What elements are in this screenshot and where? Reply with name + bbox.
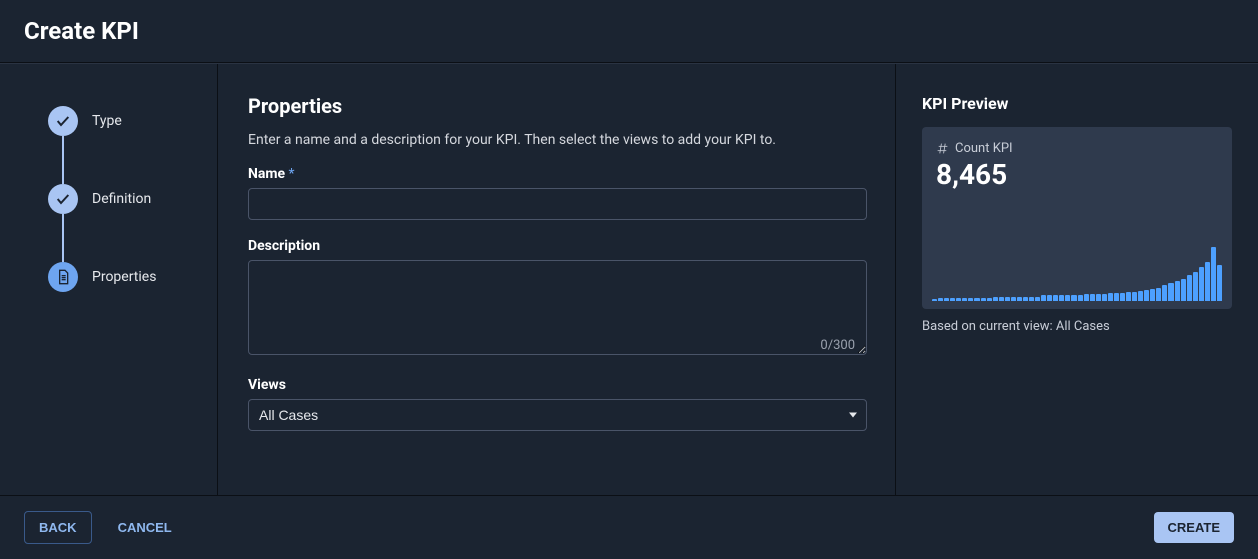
sparkline-bar <box>968 298 973 301</box>
sparkline-bar <box>1144 290 1149 301</box>
title-bar: Create KPI <box>0 0 1258 63</box>
step-properties[interactable]: Properties <box>48 262 197 292</box>
sparkline-bar <box>1102 294 1107 301</box>
sparkline-bar <box>938 298 943 301</box>
sparkline-bar <box>1065 295 1070 301</box>
sparkline-bar <box>974 298 979 301</box>
preview-caption: Based on current view: All Cases <box>922 319 1232 334</box>
sparkline-bar <box>1029 297 1034 301</box>
check-icon <box>55 113 71 129</box>
check-icon <box>55 191 71 207</box>
step-type[interactable]: Type <box>48 106 197 136</box>
sparkline-bar <box>1199 267 1204 301</box>
sparkline-chart <box>932 245 1222 301</box>
cancel-button[interactable]: CANCEL <box>104 512 186 543</box>
sparkline-bar <box>1108 293 1113 301</box>
sparkline-bar <box>1175 281 1180 301</box>
main-panel: Properties Enter a name and a descriptio… <box>218 64 896 495</box>
sparkline-bar <box>1150 289 1155 301</box>
sparkline-bar <box>1053 295 1058 301</box>
step-label: Type <box>92 113 122 129</box>
sparkline-bar <box>962 298 967 301</box>
form-heading: Properties <box>248 94 865 118</box>
document-icon <box>55 269 71 285</box>
sparkline-bar <box>1181 279 1186 301</box>
views-select-wrap: All Cases <box>248 399 867 431</box>
sparkline-bar <box>944 298 949 301</box>
sparkline-bar <box>993 297 998 301</box>
sparkline-bar <box>1168 283 1173 301</box>
views-select[interactable]: All Cases <box>248 399 867 431</box>
sparkline-bar <box>1078 295 1083 301</box>
required-marker: * <box>289 166 295 182</box>
step-bubble <box>48 184 78 214</box>
sparkline-bar <box>1205 262 1210 301</box>
card-value: 8,465 <box>936 158 1218 191</box>
step-connector <box>62 214 64 262</box>
back-button[interactable]: BACK <box>24 511 92 544</box>
sparkline-bar <box>1096 294 1101 301</box>
field-views: Views All Cases <box>248 377 865 431</box>
sparkline-bar <box>1162 285 1167 301</box>
sparkline-bar <box>1011 297 1016 301</box>
body: Type Definition Properties Pr <box>0 63 1258 495</box>
step-definition[interactable]: Definition <box>48 184 197 214</box>
sparkline-bar <box>987 298 992 301</box>
form-subtitle: Enter a name and a description for your … <box>248 132 865 148</box>
description-wrap: 0/300 <box>248 260 867 359</box>
sparkline-bar <box>1132 292 1137 301</box>
sparkline-bar <box>1138 291 1143 301</box>
footer-left: BACK CANCEL <box>24 511 186 544</box>
sparkline-bar <box>1017 297 1022 301</box>
sparkline-bar <box>999 297 1004 301</box>
sparkline-bar <box>1047 295 1052 301</box>
sparkline-bar <box>1035 297 1040 301</box>
sparkline-bar <box>1187 275 1192 301</box>
name-label: Name * <box>248 166 865 182</box>
step-bubble <box>48 262 78 292</box>
sparkline-bar <box>932 299 937 301</box>
step-connector <box>62 136 64 184</box>
sparkline-bar <box>1084 294 1089 301</box>
sparkline-bar <box>1005 297 1010 301</box>
views-label: Views <box>248 377 865 393</box>
page-title: Create KPI <box>24 17 139 45</box>
sparkline-bar <box>1193 272 1198 301</box>
sparkline-bar <box>1156 288 1161 301</box>
card-title: Count KPI <box>955 141 1013 156</box>
sparkline-bar <box>1120 293 1125 301</box>
description-input[interactable] <box>248 260 867 355</box>
name-label-text: Name <box>248 166 285 182</box>
step-label: Definition <box>92 191 151 207</box>
sparkline-bar <box>950 298 955 301</box>
field-description: Description 0/300 <box>248 238 865 359</box>
sparkline-bar <box>1041 295 1046 301</box>
field-name: Name * <box>248 166 865 220</box>
preview-panel: KPI Preview Count KPI 8,465 Based on cur… <box>896 64 1258 495</box>
preview-heading: KPI Preview <box>922 94 1232 113</box>
preview-card: Count KPI 8,465 <box>922 127 1232 309</box>
step-bubble <box>48 106 78 136</box>
description-label: Description <box>248 238 865 254</box>
sparkline-bar <box>1059 295 1064 301</box>
sparkline-bar <box>1114 293 1119 301</box>
sparkline-bar <box>1023 297 1028 301</box>
sparkline-bar <box>1217 265 1222 301</box>
footer: BACK CANCEL CREATE <box>0 495 1258 559</box>
sparkline-bar <box>1211 247 1216 301</box>
sparkline-bar <box>981 298 986 301</box>
step-label: Properties <box>92 269 156 285</box>
sparkline-bar <box>956 298 961 301</box>
create-button[interactable]: CREATE <box>1154 512 1234 543</box>
sparkline-bar <box>1071 295 1076 301</box>
name-input[interactable] <box>248 188 867 220</box>
card-top: Count KPI <box>936 141 1218 156</box>
stepper-sidebar: Type Definition Properties <box>0 64 218 495</box>
sparkline-bar <box>1090 294 1095 301</box>
sparkline-bar <box>1126 292 1131 301</box>
hash-icon <box>936 142 949 155</box>
